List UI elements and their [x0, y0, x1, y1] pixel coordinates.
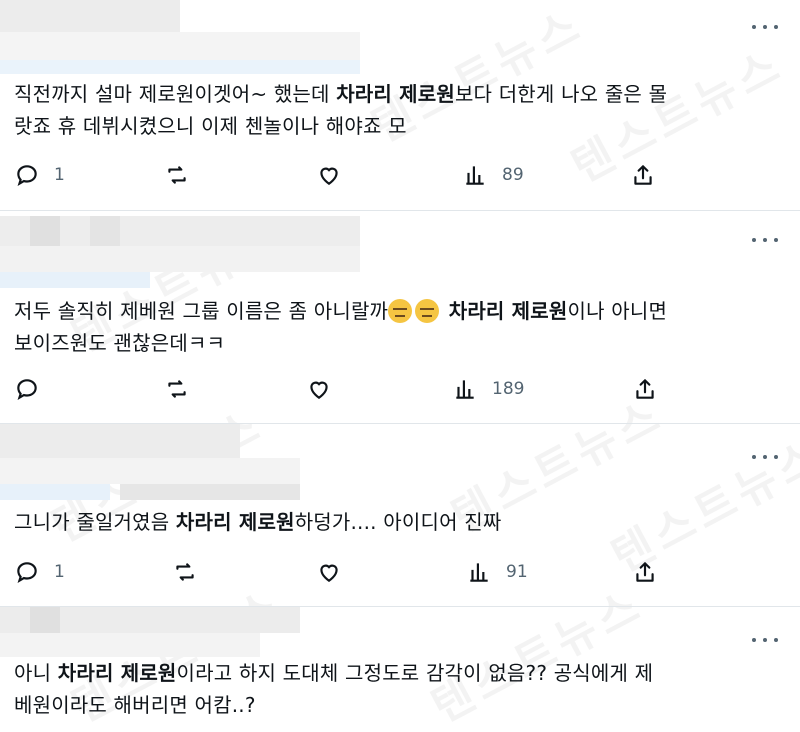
- more-options-button[interactable]: [752, 633, 778, 647]
- more-icon: [752, 238, 756, 242]
- like-icon: [320, 564, 338, 582]
- views-icon: [470, 563, 488, 582]
- like-button[interactable]: [316, 160, 342, 190]
- tweet[interactable]: 저두 솔직히 제베원 그룹 이름은 좀 아니랄까 차라리 제로원이나 아니면 보…: [0, 211, 800, 423]
- text-segment: 저두 솔직히 제베원 그룹 이름은 좀 아니랄까: [14, 299, 389, 323]
- text-line: 보이즈원도 괜찮은데ㅋㅋ: [14, 331, 226, 355]
- more-options-button[interactable]: [752, 233, 778, 247]
- reply-button[interactable]: 1: [14, 557, 65, 587]
- text-segment: 직전까지 설마 제로원이겟어~ 했는데: [14, 82, 337, 106]
- views-icon: [456, 380, 474, 399]
- text-segment: 보다 더한게 나오 줄은 몰: [454, 82, 668, 106]
- views-button[interactable]: 189: [452, 374, 524, 404]
- tweet-actions: 189: [14, 374, 694, 404]
- views-count: 91: [506, 562, 528, 582]
- retweet-button[interactable]: [164, 160, 190, 190]
- views-button[interactable]: 91: [466, 557, 528, 587]
- more-icon: [752, 455, 756, 459]
- text-segment: 그니가 줄일거였음: [14, 510, 176, 534]
- reply-button[interactable]: [14, 374, 40, 404]
- tweet[interactable]: 직전까지 설마 제로원이겟어~ 했는데 차라리 제로원보다 더한게 나오 줄은 …: [0, 0, 800, 210]
- more-options-button[interactable]: [752, 20, 778, 34]
- reply-count: 1: [54, 562, 65, 582]
- expressionless-emoji-icon: [415, 299, 440, 323]
- tweet-text: 직전까지 설마 제로원이겟어~ 했는데 차라리 제로원보다 더한게 나오 줄은 …: [14, 78, 784, 142]
- views-count: 189: [492, 379, 525, 399]
- tweet-actions: 1 91: [14, 557, 694, 587]
- more-icon: [752, 638, 756, 642]
- tweet[interactable]: 그니가 줄일거였음 차라리 제로원하덩가.... 아이디어 진짜 1 91: [0, 424, 800, 606]
- text-line: 랏죠 휴 데뷔시켰으니 이제 첸놀이나 해야죠 모: [14, 114, 407, 138]
- tweet-text: 아니 차라리 제로원이라고 하지 도대체 그정도로 감각이 없음?? 공식에게 …: [14, 657, 784, 721]
- retweet-icon: [176, 563, 194, 581]
- share-button[interactable]: [632, 374, 658, 404]
- tweet-actions: 1 89: [14, 160, 694, 190]
- retweet-icon: [168, 166, 186, 184]
- retweet-button[interactable]: [164, 374, 190, 404]
- reply-icon: [17, 165, 37, 187]
- tweet[interactable]: 아니 차라리 제로원이라고 하지 도대체 그정도로 감각이 없음?? 공식에게 …: [0, 607, 800, 732]
- text-segment: 이나 아니면: [567, 299, 668, 323]
- text-segment-bold: 차라리 제로원: [175, 510, 295, 534]
- like-icon: [310, 381, 328, 399]
- text-segment: 하덩가.... 아이디어 진짜: [294, 510, 502, 534]
- like-icon: [320, 167, 338, 185]
- blurred-user-header: [0, 424, 380, 502]
- share-button[interactable]: [632, 557, 658, 587]
- reply-icon: [17, 562, 37, 584]
- share-icon: [636, 562, 654, 582]
- retweet-button[interactable]: [172, 557, 198, 587]
- share-button[interactable]: [630, 160, 656, 190]
- share-icon: [634, 165, 652, 185]
- tweet-text: 그니가 줄일거였음 차라리 제로원하덩가.... 아이디어 진짜: [14, 506, 784, 538]
- text-segment: 아니: [14, 661, 58, 685]
- share-icon: [636, 379, 654, 399]
- text-segment-bold: 차라리 제로원: [448, 299, 568, 323]
- blurred-user-header: [0, 0, 380, 78]
- views-count: 89: [502, 165, 524, 185]
- expressionless-emoji-icon: [388, 299, 413, 323]
- text-segment-bold: 차라리 제로원: [336, 82, 455, 106]
- blurred-user-header: [0, 607, 380, 657]
- reply-count: 1: [54, 165, 65, 185]
- views-button[interactable]: 89: [462, 160, 524, 190]
- blurred-user-header: [0, 216, 380, 296]
- text-line: 베원이라도 해버리면 어캄..?: [14, 693, 256, 717]
- tweet-text: 저두 솔직히 제베원 그룹 이름은 좀 아니랄까 차라리 제로원이나 아니면 보…: [14, 295, 784, 359]
- tweet-feed: 텐스트뉴스 텐스트뉴스 텐스트뉴스 텐스트뉴스 텐스트뉴스 텐스트뉴스 텐스트뉴…: [0, 0, 800, 732]
- reply-button[interactable]: 1: [14, 160, 65, 190]
- like-button[interactable]: [306, 374, 332, 404]
- retweet-icon: [168, 380, 186, 398]
- text-segment-bold: 차라리 제로원: [57, 661, 177, 685]
- reply-icon: [17, 379, 37, 401]
- more-options-button[interactable]: [752, 450, 778, 464]
- like-button[interactable]: [316, 557, 342, 587]
- views-icon: [466, 166, 484, 185]
- text-segment: 이라고 하지 도대체 그정도로 감각이 없음?? 공식에게 제: [176, 661, 654, 685]
- more-icon: [752, 25, 756, 29]
